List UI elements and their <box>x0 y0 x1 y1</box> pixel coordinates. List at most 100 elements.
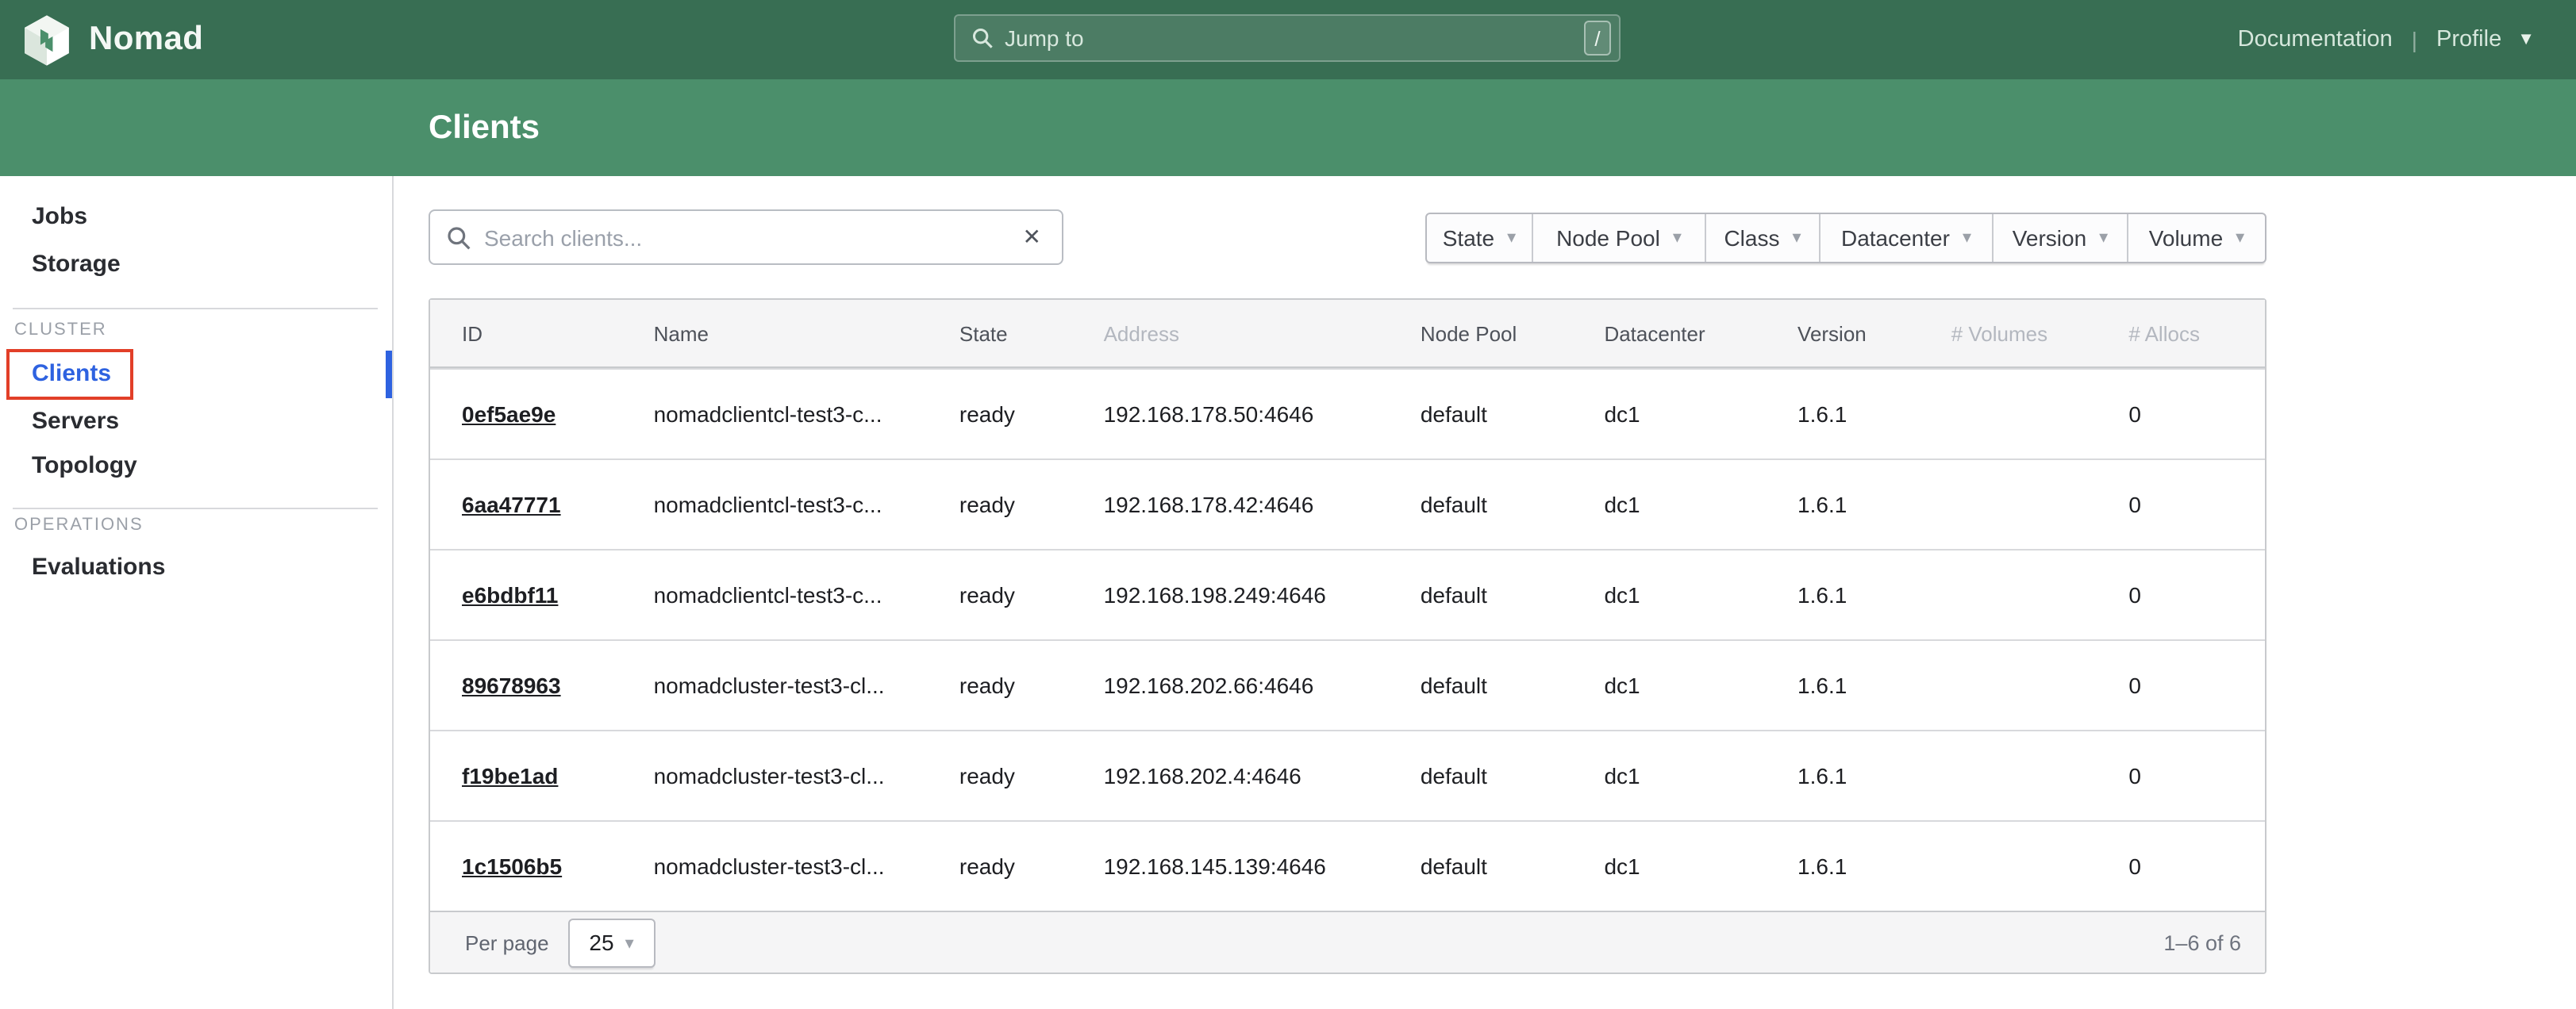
clear-search-icon[interactable]: ✕ <box>1018 224 1046 251</box>
table-row[interactable]: 6aa47771 nomadclientcl-test3-c... ready … <box>430 458 2265 549</box>
sidebar-divider <box>13 508 378 509</box>
client-address: 192.168.202.4:4646 <box>1072 763 1389 788</box>
col-header-version[interactable]: Version <box>1766 321 1920 345</box>
client-datacenter: dc1 <box>1572 492 1766 517</box>
client-version: 1.6.1 <box>1766 854 1920 879</box>
table-row[interactable]: f19be1ad nomadcluster-test3-cl... ready … <box>430 730 2265 820</box>
caret-down-icon: ▾ <box>2099 227 2108 247</box>
sidebar-section-operations: OPERATIONS <box>14 516 144 535</box>
filter-node-pool[interactable]: Node Pool▾ <box>1533 213 1706 261</box>
client-datacenter: dc1 <box>1572 673 1766 698</box>
sidebar-item-jobs[interactable]: Jobs <box>32 194 87 241</box>
sidebar-item-storage[interactable]: Storage <box>32 241 121 289</box>
nomad-logo-icon <box>22 13 71 66</box>
top-navbar: Nomad Jump to / Documentation | Profile … <box>0 0 2576 79</box>
search-clients-input[interactable] <box>484 224 1018 250</box>
client-id-link[interactable]: f19be1ad <box>462 763 558 788</box>
client-datacenter: dc1 <box>1572 854 1766 879</box>
client-name: nomadcluster-test3-cl... <box>622 763 928 788</box>
client-node-pool: default <box>1389 854 1573 879</box>
sidebar-item-topology[interactable]: Topology <box>32 443 137 490</box>
client-address: 192.168.198.249:4646 <box>1072 582 1389 608</box>
page-title: Clients <box>429 109 540 147</box>
sidebar: Jobs Storage CLUSTER Clients Servers Top… <box>0 176 394 1009</box>
client-datacenter: dc1 <box>1572 763 1766 788</box>
filter-state[interactable]: State▾ <box>1427 213 1533 261</box>
per-page-value: 25 <box>589 930 613 955</box>
table-row[interactable]: 0ef5ae9e nomadclientcl-test3-c... ready … <box>430 368 2265 458</box>
documentation-link[interactable]: Documentation <box>2238 27 2393 52</box>
filter-bar: State▾ Node Pool▾ Class▾ Datacenter▾ Ver… <box>1425 212 2266 263</box>
client-datacenter: dc1 <box>1572 401 1766 427</box>
client-allocs: 0 <box>2097 401 2265 427</box>
profile-menu[interactable]: Profile <box>2436 27 2501 52</box>
clients-table: ID Name State Address Node Pool Datacent… <box>429 298 2266 974</box>
filter-version[interactable]: Version▾ <box>1994 213 2128 261</box>
nomad-ui-screen: Nomad Jump to / Documentation | Profile … <box>0 0 2576 1009</box>
col-header-state[interactable]: State <box>928 321 1072 345</box>
col-header-volumes: # Volumes <box>1920 321 2097 345</box>
client-allocs: 0 <box>2097 673 2265 698</box>
table-row[interactable]: 89678963 nomadcluster-test3-cl... ready … <box>430 639 2265 730</box>
client-version: 1.6.1 <box>1766 492 1920 517</box>
client-address: 192.168.202.66:4646 <box>1072 673 1389 698</box>
col-header-datacenter[interactable]: Datacenter <box>1572 321 1766 345</box>
filter-datacenter[interactable]: Datacenter▾ <box>1821 213 1994 261</box>
slash-shortcut-badge: / <box>1584 21 1611 56</box>
search-clients-box: ✕ <box>429 209 1063 265</box>
sidebar-item-servers[interactable]: Servers <box>32 398 119 446</box>
brand-name: Nomad <box>89 21 203 59</box>
caret-down-icon: ▾ <box>1792 227 1801 247</box>
caret-down-icon: ▾ <box>2236 227 2244 247</box>
client-allocs: 0 <box>2097 582 2265 608</box>
client-name: nomadclientcl-test3-c... <box>622 582 928 608</box>
client-address: 192.168.145.139:4646 <box>1072 854 1389 879</box>
sidebar-item-clients[interactable]: Clients <box>32 351 111 398</box>
client-version: 1.6.1 <box>1766 763 1920 788</box>
client-node-pool: default <box>1389 582 1573 608</box>
filter-volume[interactable]: Volume▾ <box>2128 213 2265 261</box>
active-item-indicator <box>386 351 392 398</box>
table-row[interactable]: e6bdbf11 nomadclientcl-test3-c... ready … <box>430 549 2265 639</box>
client-state: ready <box>928 763 1072 788</box>
client-id-link[interactable]: 0ef5ae9e <box>462 401 556 427</box>
client-version: 1.6.1 <box>1766 582 1920 608</box>
topbar-separator: | <box>2412 27 2417 52</box>
col-header-name[interactable]: Name <box>622 321 928 345</box>
toolbar: ✕ State▾ Node Pool▾ Class▾ Datacenter▾ V… <box>429 209 2266 265</box>
per-page-label: Per page <box>465 930 549 954</box>
table-header-row: ID Name State Address Node Pool Datacent… <box>430 300 2265 368</box>
client-name: nomadclientcl-test3-c... <box>622 401 928 427</box>
nomad-brand[interactable]: Nomad <box>22 0 203 79</box>
client-version: 1.6.1 <box>1766 673 1920 698</box>
client-address: 192.168.178.50:4646 <box>1072 401 1389 427</box>
filter-class[interactable]: Class▾ <box>1706 213 1821 261</box>
main-content: ✕ State▾ Node Pool▾ Class▾ Datacenter▾ V… <box>429 176 2266 974</box>
client-node-pool: default <box>1389 673 1573 698</box>
col-header-node-pool[interactable]: Node Pool <box>1389 321 1573 345</box>
client-id-link[interactable]: 89678963 <box>462 673 561 698</box>
client-id-link[interactable]: 1c1506b5 <box>462 854 562 879</box>
page-header: Clients <box>0 79 2576 176</box>
client-allocs: 0 <box>2097 763 2265 788</box>
caret-down-icon: ▾ <box>1507 227 1516 247</box>
client-id-link[interactable]: 6aa47771 <box>462 492 561 517</box>
search-icon <box>446 224 471 250</box>
client-state: ready <box>928 673 1072 698</box>
per-page-select[interactable]: 25 ▾ <box>568 918 656 967</box>
jump-to-search[interactable]: Jump to / <box>954 14 1621 62</box>
client-state: ready <box>928 401 1072 427</box>
pagination-range: 1–6 of 6 <box>2163 930 2241 954</box>
col-header-id[interactable]: ID <box>430 321 622 345</box>
client-allocs: 0 <box>2097 854 2265 879</box>
client-id-link[interactable]: e6bdbf11 <box>462 582 558 608</box>
client-state: ready <box>928 854 1072 879</box>
client-state: ready <box>928 492 1072 517</box>
table-row[interactable]: 1c1506b5 nomadcluster-test3-cl... ready … <box>430 820 2265 911</box>
caret-down-icon[interactable]: ▼ <box>2517 30 2535 49</box>
client-node-pool: default <box>1389 763 1573 788</box>
sidebar-item-evaluations[interactable]: Evaluations <box>32 544 165 592</box>
caret-down-icon: ▾ <box>1673 227 1682 247</box>
client-allocs: 0 <box>2097 492 2265 517</box>
sidebar-section-cluster: CLUSTER <box>14 320 107 340</box>
